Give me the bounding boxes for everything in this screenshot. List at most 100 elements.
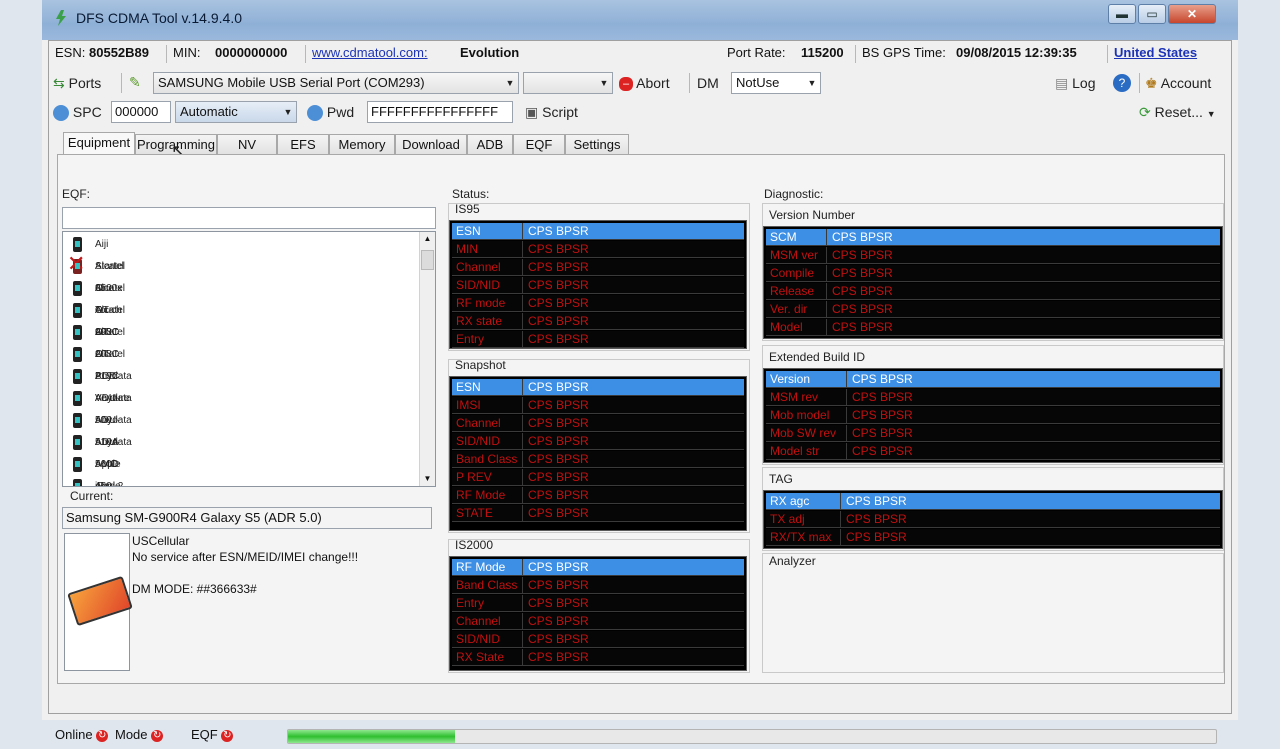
is2000-group: IS2000 RF Mode CPS BPSR Band Class CPS BPS… xyxy=(448,538,750,673)
stop-icon: – xyxy=(619,77,633,92)
website-link[interactable]: www.cdmatool.com: xyxy=(312,45,428,60)
eqf-search-input[interactable] xyxy=(62,207,436,229)
cell-divider xyxy=(522,631,523,647)
scroll-thumb[interactable] xyxy=(421,250,434,270)
title-bar: DFS CDMA Tool v.14.9.4.0 ▬ ▭ ✕ xyxy=(42,0,1238,40)
table-row: TX adj CPS BPSR xyxy=(766,511,1220,528)
cell-divider xyxy=(846,407,847,423)
cell-divider xyxy=(826,229,827,245)
cell-divider xyxy=(522,469,523,485)
close-button[interactable]: ✕ xyxy=(1168,4,1216,24)
dm-select[interactable]: NotUse ▼ xyxy=(731,72,821,94)
table-row: STATE CPS BPSR xyxy=(452,505,744,522)
tab-memory[interactable]: Memory xyxy=(329,134,395,154)
table-row: Release CPS BPSR xyxy=(766,283,1220,300)
phone-icon xyxy=(73,457,82,472)
table-row: Band Class CPS BPSR xyxy=(452,577,744,594)
tab-nv[interactable]: NV xyxy=(217,134,277,154)
divider xyxy=(689,73,690,93)
cell-divider xyxy=(826,247,827,263)
tab-efs[interactable]: EFS xyxy=(277,134,329,154)
cell-divider xyxy=(522,613,523,629)
reset-button[interactable]: ⟳ Reset... ▼ xyxy=(1139,102,1216,124)
table-row: MIN CPS BPSR xyxy=(452,241,744,258)
table-row: Mob SW rev CPS BPSR xyxy=(766,425,1220,442)
device-image xyxy=(64,533,133,671)
cell-divider xyxy=(846,425,847,441)
equipment-tab-page: EQF: Aiji Startel 8500x Alcatel One Touc… xyxy=(57,154,1225,684)
chevron-down-icon: ▼ xyxy=(807,78,817,88)
spc-button[interactable]: SPC xyxy=(53,102,102,122)
tab-adb[interactable]: ADB xyxy=(467,134,513,154)
device-notes: USCellular No service after ESN/MEID/IME… xyxy=(132,533,358,597)
table-row: Mob model CPS BPSR xyxy=(766,407,1220,424)
minimize-button[interactable]: ▬ xyxy=(1108,4,1136,24)
cell-divider xyxy=(840,493,841,509)
info-row: ESN: 80552B89 MIN: 0000000000 www.cdmato… xyxy=(49,45,1231,65)
is2000-title: IS2000 xyxy=(455,538,494,552)
table-row: Model CPS BPSR xyxy=(766,319,1220,336)
pwd-button[interactable]: Pwd xyxy=(307,102,354,122)
min-value: 0000000000 xyxy=(215,45,288,60)
table-row: RX State CPS BPSR xyxy=(452,649,744,666)
help-button[interactable]: ? xyxy=(1113,72,1131,93)
port-select[interactable]: SAMSUNG Mobile USB Serial Port (COM293) … xyxy=(153,72,519,94)
table-row: SID/NID CPS BPSR xyxy=(452,433,744,450)
cell-divider xyxy=(522,241,523,257)
online-indicator: Online ↻ xyxy=(55,727,109,742)
phone-icon xyxy=(73,325,82,340)
table-header-row: Version CPS BPSR xyxy=(766,371,1220,388)
tab-download[interactable]: Download xyxy=(395,134,467,154)
script-button[interactable]: ▣ Script xyxy=(525,102,578,122)
cell-divider xyxy=(826,319,827,335)
dm-label: DM xyxy=(697,75,719,91)
secondary-select[interactable]: ▼ xyxy=(523,72,613,94)
table-row: IMSI CPS BPSR xyxy=(452,397,744,414)
table-row: Model str CPS BPSR xyxy=(766,443,1220,460)
phone-icon xyxy=(73,281,82,296)
account-button[interactable]: ♚ Account xyxy=(1145,73,1211,93)
version-title: Version Number xyxy=(769,208,856,222)
divider xyxy=(121,73,122,93)
min-label: MIN: xyxy=(173,45,201,60)
pwd-input[interactable]: FFFFFFFFFFFFFFFF xyxy=(367,101,513,123)
phone-icon xyxy=(73,479,82,486)
tab-eqf[interactable]: EQF xyxy=(513,134,565,154)
scroll-up-icon[interactable]: ▲ xyxy=(421,232,434,246)
offline-dot-icon: ↻ xyxy=(96,729,109,742)
status-label: Status: xyxy=(452,187,490,201)
edition-label: Evolution xyxy=(460,45,520,60)
list-scrollbar[interactable]: ▲ ▼ xyxy=(419,232,435,486)
table-row: Compile CPS BPSR xyxy=(766,265,1220,282)
ports-icon: ⇆ xyxy=(53,75,65,91)
table-row: Entry CPS BPSR xyxy=(452,331,744,348)
read-icon xyxy=(307,105,323,122)
app-logo-icon xyxy=(56,10,66,26)
tab-settings[interactable]: Settings xyxy=(565,134,629,154)
is2000-table: RF Mode CPS BPSR Band Class CPS BPSR Entry… xyxy=(449,556,747,671)
cell-divider xyxy=(522,379,523,395)
log-button[interactable]: ▤ Log xyxy=(1055,73,1095,93)
notes-line: USCellular xyxy=(132,534,190,548)
tab-equipment[interactable]: Equipment xyxy=(63,132,135,155)
spc-mode-select[interactable]: Automatic ▼ xyxy=(175,101,297,123)
esn-value: 80552B89 xyxy=(89,45,149,60)
spc-input[interactable]: 000000 xyxy=(111,101,171,123)
divider xyxy=(855,45,856,63)
table-header-row: RX agc CPS BPSR xyxy=(766,493,1220,510)
country-link[interactable]: United States xyxy=(1114,45,1197,60)
cell-divider xyxy=(522,223,523,239)
eqf-indicator: EQF ↻ xyxy=(191,727,234,742)
log-icon: ▤ xyxy=(1055,75,1069,91)
abort-button[interactable]: – Abort xyxy=(619,73,670,93)
version-table: SCM CPS BPSR MSM ver CPS BPSR Compile CPS B… xyxy=(763,226,1223,339)
ports-button[interactable]: ⇆ Ports xyxy=(53,73,101,93)
maximize-button[interactable]: ▭ xyxy=(1138,4,1166,24)
scroll-down-icon[interactable]: ▼ xyxy=(421,472,434,486)
notes-line: DM MODE: ##366633# xyxy=(132,582,257,596)
cell-divider xyxy=(522,595,523,611)
diagnostic-label: Diagnostic: xyxy=(764,187,824,201)
build-title: Extended Build ID xyxy=(769,350,866,364)
toolbar-security: SPC 000000 Automatic ▼ Pwd FFFFFFFFFFFFF… xyxy=(49,99,1231,125)
table-row: Band Class CPS BPSR xyxy=(452,451,744,468)
